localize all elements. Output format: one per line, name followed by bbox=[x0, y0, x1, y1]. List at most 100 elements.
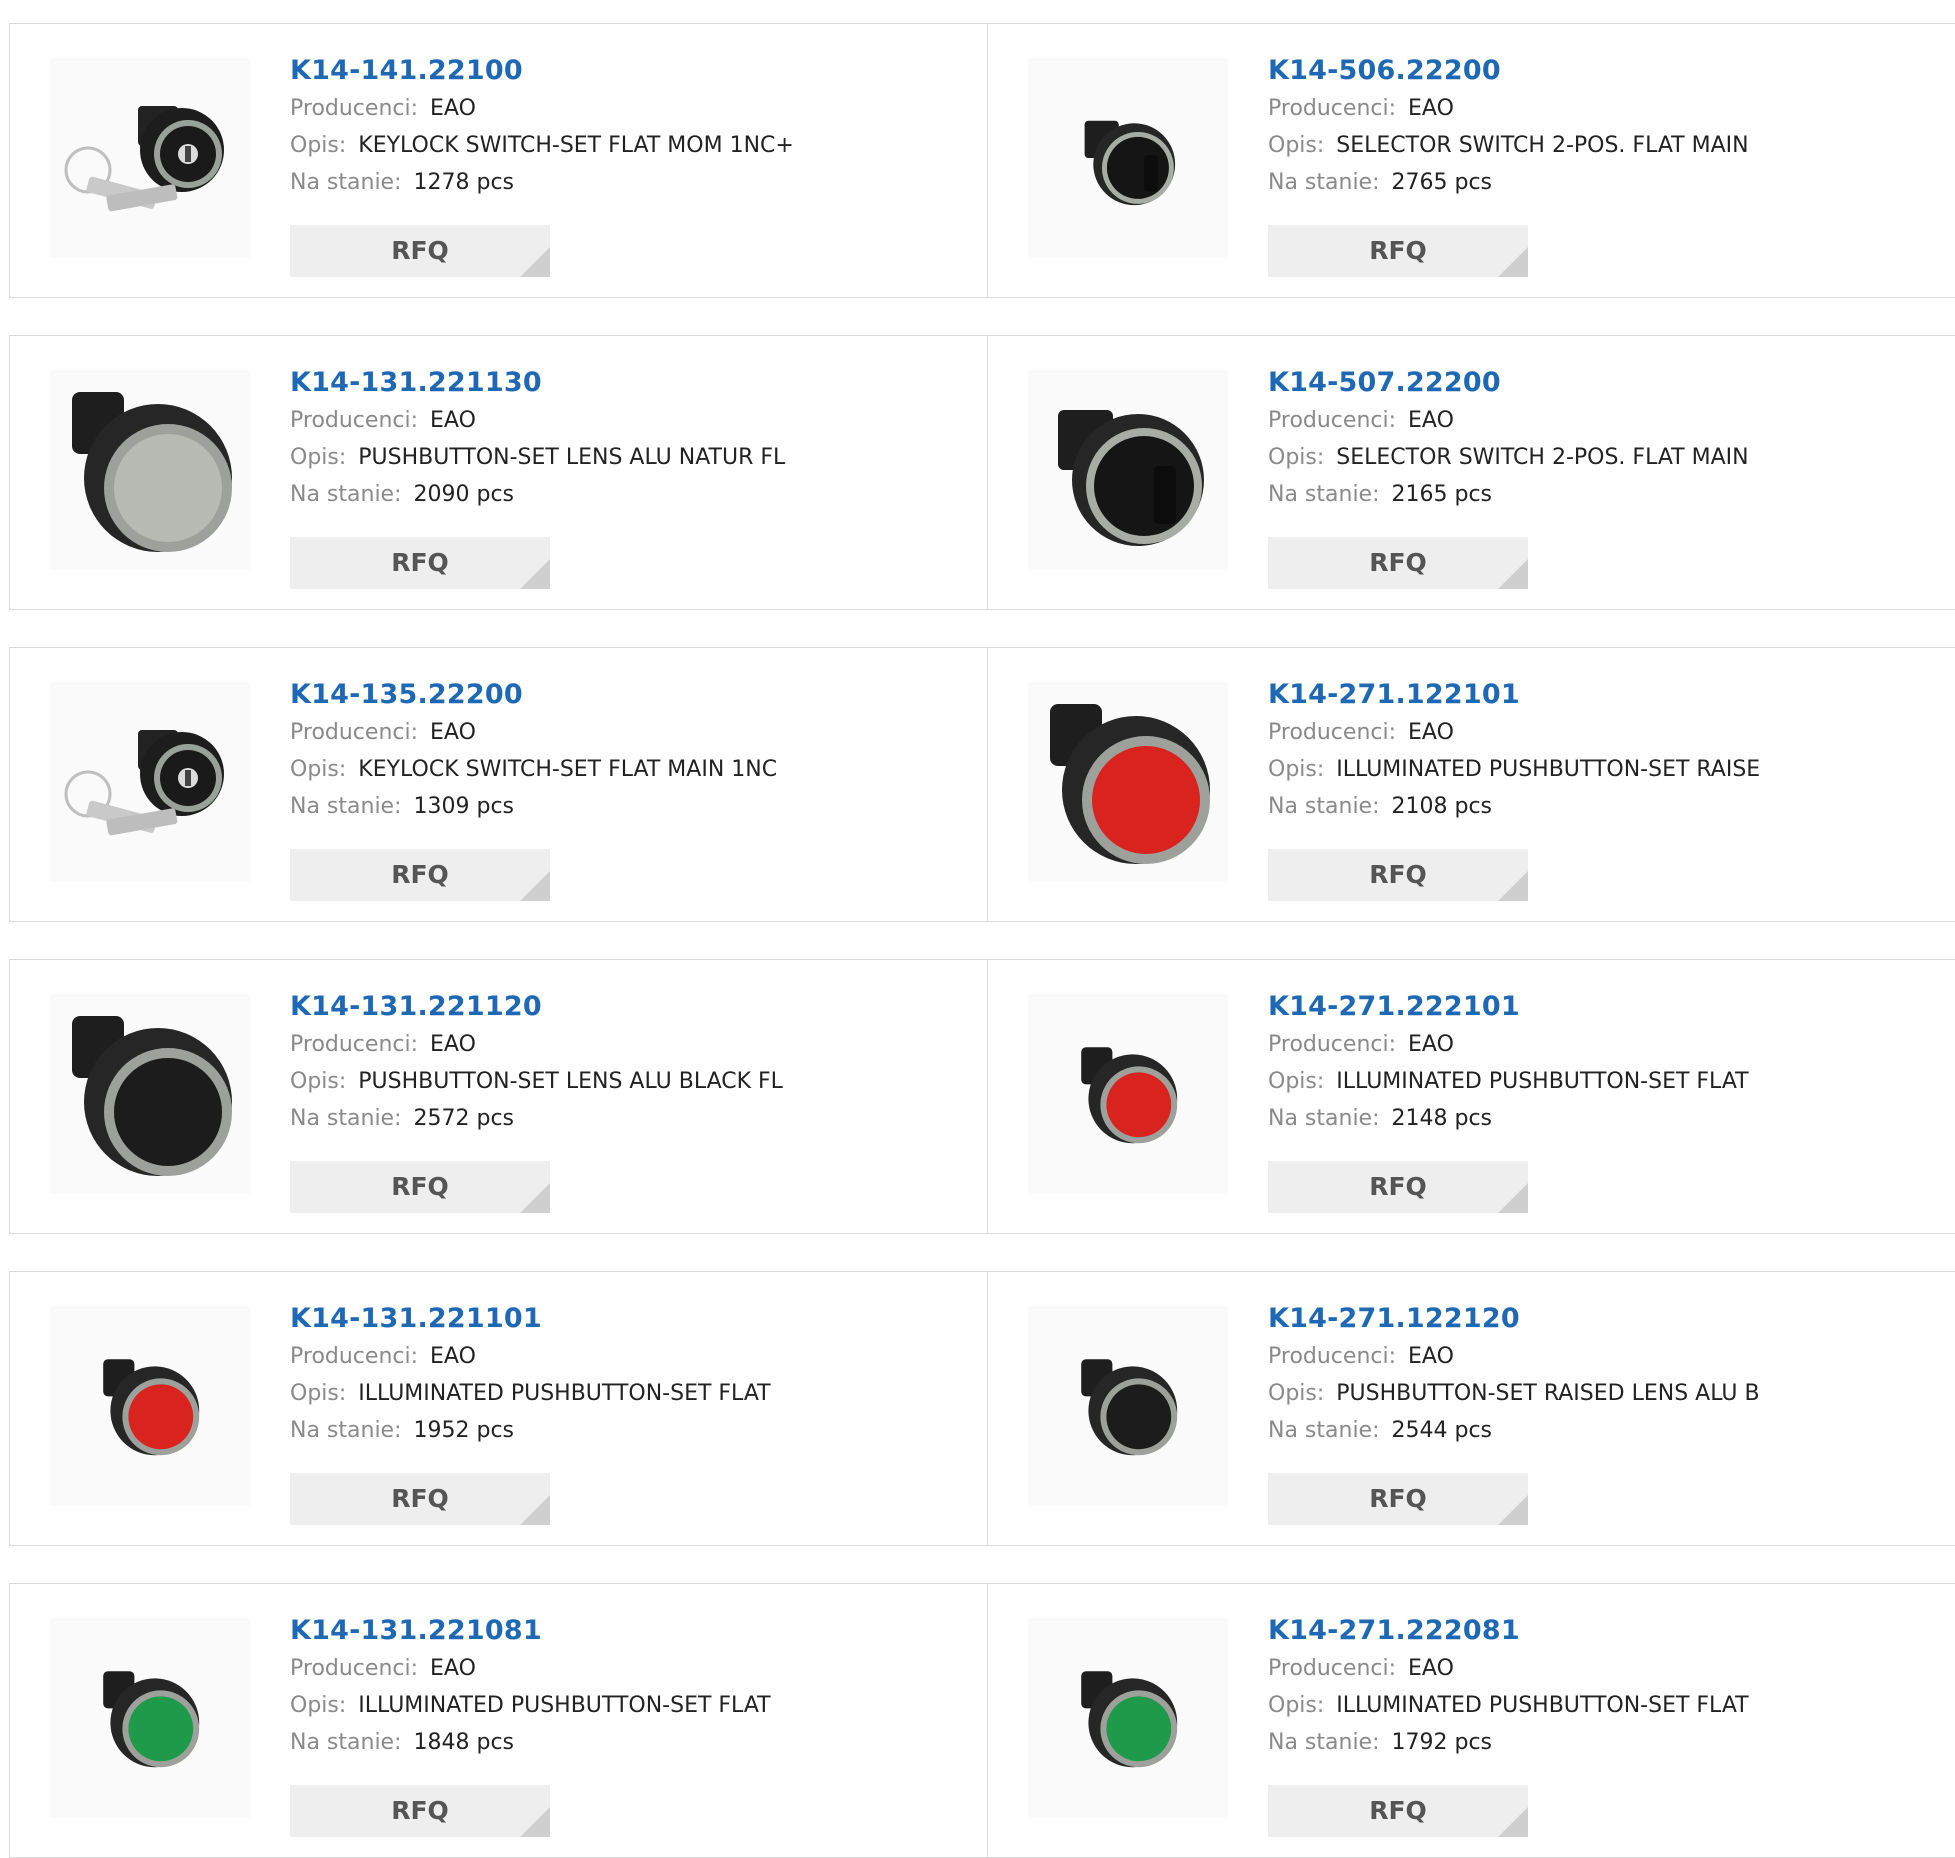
product-card: K14-131.221120 Producenci: EAO Opis: PUSHBUT… bbox=[9, 959, 987, 1234]
manufacturer-value: EAO bbox=[1408, 720, 1454, 745]
rfq-label: RFQ bbox=[1369, 860, 1427, 889]
product-image[interactable] bbox=[50, 682, 250, 882]
description-row: Opis: KEYLOCK SWITCH-SET FLAT MAIN 1NC bbox=[290, 751, 777, 788]
description-label: Opis: bbox=[1268, 1693, 1325, 1718]
product-image[interactable] bbox=[1028, 58, 1228, 258]
manufacturer-value: EAO bbox=[1408, 1656, 1454, 1681]
corner-triangle bbox=[520, 559, 550, 589]
rfq-button[interactable]: RFQ bbox=[1268, 225, 1528, 277]
pushbutton-green-small-icon bbox=[1081, 1671, 1178, 1768]
description-row: Opis: KEYLOCK SWITCH-SET FLAT MOM 1NC+ bbox=[290, 127, 794, 164]
manufacturer-value: EAO bbox=[1408, 96, 1454, 121]
rfq-button[interactable]: RFQ bbox=[1268, 1785, 1528, 1837]
description-label: Opis: bbox=[1268, 445, 1325, 470]
corner-triangle bbox=[520, 1495, 550, 1525]
rfq-button[interactable]: RFQ bbox=[290, 1473, 550, 1525]
stock-row: Na stanie: 1848 pcs bbox=[290, 1724, 771, 1761]
product-image[interactable] bbox=[1028, 682, 1228, 882]
part-number-link[interactable]: K14-131.221130 bbox=[290, 364, 785, 402]
part-number-link[interactable]: K14-271.222101 bbox=[1268, 988, 1749, 1026]
corner-triangle bbox=[520, 871, 550, 901]
pushbutton-green-small-icon bbox=[103, 1671, 200, 1768]
part-number-link[interactable]: K14-271.222081 bbox=[1268, 1612, 1749, 1650]
manufacturer-row: Producenci: EAO bbox=[290, 714, 777, 751]
rfq-label: RFQ bbox=[391, 236, 449, 265]
manufacturer-label: Producenci: bbox=[290, 408, 419, 433]
rfq-label: RFQ bbox=[1369, 1484, 1427, 1513]
stock-row: Na stanie: 2148 pcs bbox=[1268, 1100, 1749, 1137]
stock-label: Na stanie: bbox=[1268, 1730, 1380, 1755]
part-number-link[interactable]: K14-141.22100 bbox=[290, 52, 794, 90]
product-image[interactable] bbox=[1028, 994, 1228, 1194]
stock-row: Na stanie: 1309 pcs bbox=[290, 788, 777, 825]
rfq-button[interactable]: RFQ bbox=[290, 849, 550, 901]
part-number-link[interactable]: K14-131.221101 bbox=[290, 1300, 771, 1338]
rfq-button[interactable]: RFQ bbox=[290, 1785, 550, 1837]
stock-value: 1952 pcs bbox=[413, 1418, 515, 1443]
manufacturer-row: Producenci: EAO bbox=[1268, 1338, 1760, 1375]
rfq-button[interactable]: RFQ bbox=[1268, 1473, 1528, 1525]
rfq-button[interactable]: RFQ bbox=[290, 225, 550, 277]
rfq-button[interactable]: RFQ bbox=[290, 1161, 550, 1213]
corner-triangle bbox=[1498, 871, 1528, 901]
stock-row: Na stanie: 2765 pcs bbox=[1268, 164, 1749, 201]
product-image[interactable] bbox=[50, 994, 250, 1194]
manufacturer-row: Producenci: EAO bbox=[1268, 1026, 1749, 1063]
description-label: Opis: bbox=[1268, 1069, 1325, 1094]
manufacturer-label: Producenci: bbox=[1268, 1032, 1397, 1057]
description-label: Opis: bbox=[1268, 1381, 1325, 1406]
stock-value: 1309 pcs bbox=[413, 794, 515, 819]
product-card: K14-506.22200 Producenci: EAO Opis: SELECTOR… bbox=[987, 23, 1955, 298]
stock-row: Na stanie: 2090 pcs bbox=[290, 476, 785, 513]
product-image[interactable] bbox=[1028, 370, 1228, 570]
description-value: PUSHBUTTON-SET LENS ALU BLACK FL bbox=[358, 1069, 783, 1094]
part-number-link[interactable]: K14-506.22200 bbox=[1268, 52, 1749, 90]
part-number-link[interactable]: K14-271.122101 bbox=[1268, 676, 1760, 714]
product-image[interactable] bbox=[50, 1306, 250, 1506]
manufacturer-row: Producenci: EAO bbox=[1268, 1650, 1749, 1687]
product-image[interactable] bbox=[50, 1618, 250, 1818]
product-image[interactable] bbox=[1028, 1618, 1228, 1818]
part-number-link[interactable]: K14-271.122120 bbox=[1268, 1300, 1760, 1338]
manufacturer-row: Producenci: EAO bbox=[1268, 714, 1760, 751]
manufacturer-row: Producenci: EAO bbox=[1268, 90, 1749, 127]
manufacturer-label: Producenci: bbox=[1268, 408, 1397, 433]
product-card: K14-135.22200 Producenci: EAO Opis: KEYLOCK … bbox=[9, 647, 987, 922]
description-value: SELECTOR SWITCH 2-POS. FLAT MAIN bbox=[1336, 133, 1749, 158]
rfq-label: RFQ bbox=[391, 1172, 449, 1201]
product-info: K14-271.222101 Producenci: EAO Opis: ILLUMIN… bbox=[1268, 988, 1749, 1137]
part-number-link[interactable]: K14-131.221081 bbox=[290, 1612, 771, 1650]
stock-label: Na stanie: bbox=[290, 170, 402, 195]
product-image[interactable] bbox=[50, 370, 250, 570]
stock-row: Na stanie: 2165 pcs bbox=[1268, 476, 1749, 513]
product-image[interactable] bbox=[50, 58, 250, 258]
stock-label: Na stanie: bbox=[1268, 1106, 1380, 1131]
stock-value: 1792 pcs bbox=[1391, 1730, 1493, 1755]
rfq-button[interactable]: RFQ bbox=[290, 537, 550, 589]
description-label: Opis: bbox=[290, 757, 347, 782]
stock-row: Na stanie: 1952 pcs bbox=[290, 1412, 771, 1449]
description-value: ILLUMINATED PUSHBUTTON-SET FLAT bbox=[358, 1381, 771, 1406]
part-number-link[interactable]: K14-131.221120 bbox=[290, 988, 783, 1026]
description-row: Opis: ILLUMINATED PUSHBUTTON-SET RAISE bbox=[1268, 751, 1760, 788]
pushbutton-red-small-icon bbox=[103, 1359, 200, 1456]
product-card: K14-271.222081 Producenci: EAO Opis: ILLUMIN… bbox=[987, 1583, 1955, 1858]
part-number-link[interactable]: K14-507.22200 bbox=[1268, 364, 1749, 402]
description-value: ILLUMINATED PUSHBUTTON-SET RAISE bbox=[1336, 757, 1761, 782]
description-value: ILLUMINATED PUSHBUTTON-SET FLAT bbox=[358, 1693, 771, 1718]
corner-triangle bbox=[1498, 1183, 1528, 1213]
description-label: Opis: bbox=[290, 1381, 347, 1406]
selector-switch-large-icon bbox=[1058, 410, 1204, 546]
rfq-button[interactable]: RFQ bbox=[1268, 537, 1528, 589]
manufacturer-row: Producenci: EAO bbox=[290, 1338, 771, 1375]
stock-row: Na stanie: 2544 pcs bbox=[1268, 1412, 1760, 1449]
stock-row: Na stanie: 1278 pcs bbox=[290, 164, 794, 201]
product-image[interactable] bbox=[1028, 1306, 1228, 1506]
rfq-button[interactable]: RFQ bbox=[1268, 849, 1528, 901]
pushbutton-grey-large-icon bbox=[72, 392, 232, 552]
rfq-button[interactable]: RFQ bbox=[1268, 1161, 1528, 1213]
description-value: KEYLOCK SWITCH-SET FLAT MOM 1NC+ bbox=[358, 133, 794, 158]
product-card: K14-131.221130 Producenci: EAO Opis: PUSHBUT… bbox=[9, 335, 987, 610]
part-number-link[interactable]: K14-135.22200 bbox=[290, 676, 777, 714]
description-label: Opis: bbox=[290, 1693, 347, 1718]
